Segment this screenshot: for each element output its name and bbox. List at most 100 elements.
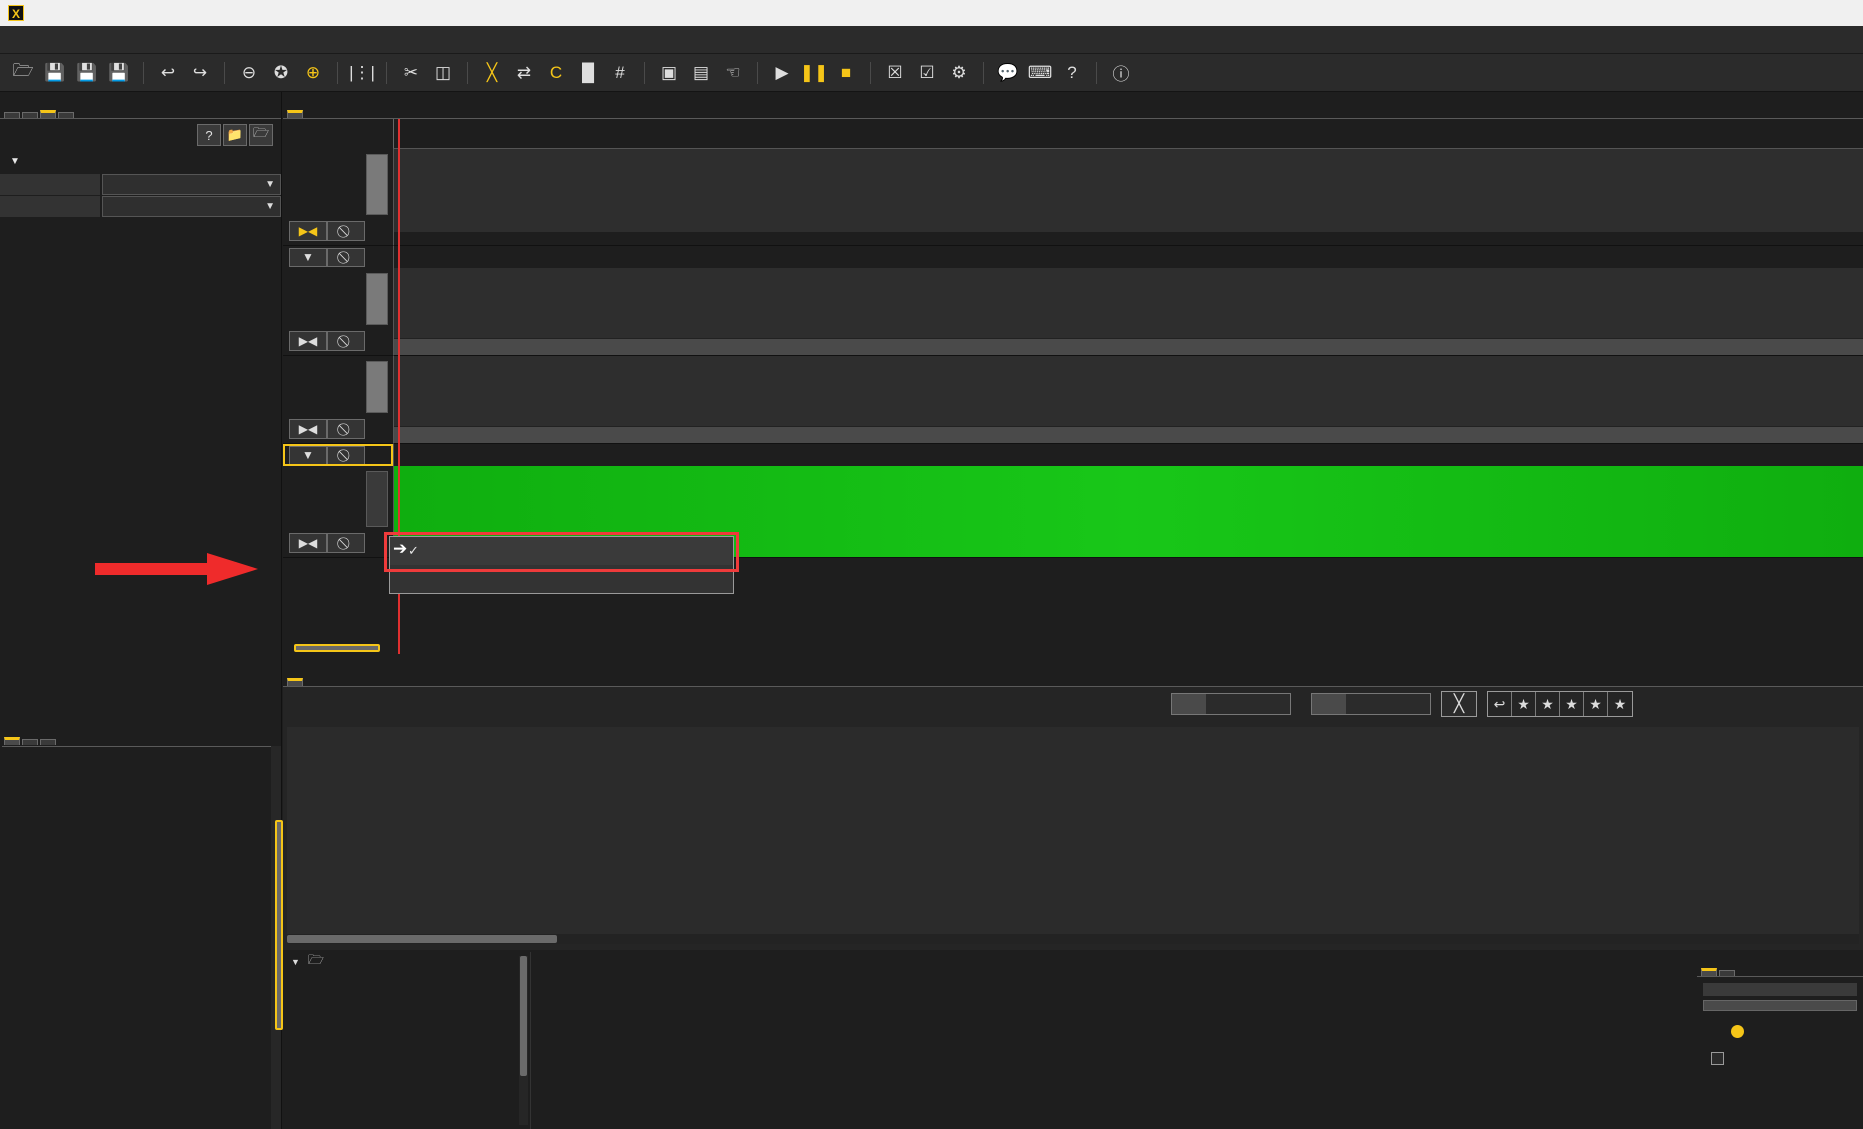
scrollbar-thumb[interactable] <box>275 820 283 1030</box>
play-icon[interactable]: ▶ <box>767 58 797 88</box>
scrollbar-thumb[interactable] <box>294 644 380 652</box>
tab-timeline[interactable] <box>287 110 303 118</box>
star-2-icon[interactable]: ★ <box>1536 692 1560 716</box>
scrollbar-thumb[interactable] <box>287 935 557 943</box>
menu-item-bearbeiten[interactable] <box>36 36 64 44</box>
move-icon[interactable]: ⇄ <box>509 58 539 88</box>
track-header-audio[interactable]: ▶◀ ⃠ <box>283 268 393 356</box>
track-height-slider[interactable] <box>366 273 388 325</box>
ruler-icon[interactable]: █ <box>573 58 603 88</box>
locator-checkbox[interactable] <box>1711 1052 1724 1065</box>
stop-icon[interactable]: ■ <box>831 58 861 88</box>
menu-item-extras[interactable] <box>204 36 232 44</box>
crossfade-icon[interactable]: ╳ <box>1441 691 1477 717</box>
split-icon[interactable]: ◫ <box>428 58 458 88</box>
settings-icon[interactable]: ⚙ <box>944 58 974 88</box>
track-mute-icon[interactable]: ⃠ <box>327 533 365 553</box>
image-icon[interactable]: ▣ <box>654 58 684 88</box>
menu-item-timeline[interactable] <box>92 36 120 44</box>
help-icon[interactable]: ? <box>197 124 221 146</box>
track-header-marker[interactable]: ▶◀ ⃠ <box>283 149 393 246</box>
info-icon[interactable]: ⓘ <box>1106 58 1136 88</box>
track-header-bilder[interactable]: ▶◀ ⃠ <box>283 466 393 558</box>
chevron-down-icon[interactable]: ▼ <box>289 247 327 267</box>
marker-snap-icon[interactable]: ▶◀ <box>289 221 327 241</box>
star-1-icon[interactable]: ★ <box>1512 692 1536 716</box>
protocol-scrollbar[interactable] <box>271 746 283 1129</box>
track-height-slider[interactable] <box>366 471 388 527</box>
track-mute-icon[interactable]: ⃠ <box>327 331 365 351</box>
marker-snap-icon[interactable]: ▶◀ <box>289 331 327 351</box>
tab-screen-tools[interactable] <box>40 739 56 745</box>
checklist-icon[interactable]: ☑ <box>912 58 942 88</box>
timeline-ruler[interactable] <box>393 119 1863 149</box>
comment-icon[interactable]: 💬 <box>993 58 1023 88</box>
track-height-slider[interactable] <box>366 361 388 413</box>
scrollbar-thumb[interactable] <box>520 956 527 1076</box>
help-icon[interactable]: ? <box>1057 58 1087 88</box>
grid-icon[interactable]: # <box>605 58 635 88</box>
audio-track-body[interactable] <box>393 268 1863 356</box>
menu-item-ansicht[interactable] <box>176 36 204 44</box>
preview-slider[interactable] <box>1703 1000 1857 1011</box>
star-3-icon[interactable]: ★ <box>1560 692 1584 716</box>
menu-item-pool[interactable] <box>64 36 92 44</box>
protocol-list[interactable] <box>2 746 271 1129</box>
tab-eigenschaften[interactable] <box>40 110 56 118</box>
tab-audiopegel[interactable] <box>22 739 38 745</box>
pool-tree-scrollbar[interactable] <box>519 956 528 1125</box>
pause-icon[interactable]: ❚❚ <box>799 58 829 88</box>
hand-icon[interactable]: ☜ <box>718 58 748 88</box>
save-icon[interactable]: 💾 <box>40 58 70 88</box>
open-folder-icon[interactable]: 🗁 <box>8 58 38 88</box>
save-as-icon[interactable]: 💾 <box>72 58 102 88</box>
close-x-icon[interactable]: ☒ <box>880 58 910 88</box>
marker-snap-icon[interactable]: ▶◀ <box>289 533 327 553</box>
track-height-slider[interactable] <box>366 154 388 215</box>
undo-icon[interactable]: ↩ <box>153 58 183 88</box>
range-icon[interactable]: |⋮| <box>347 58 377 88</box>
slide-icon[interactable]: ▤ <box>686 58 716 88</box>
zoom-fit-icon[interactable]: ✪ <box>266 58 296 88</box>
timeline-horizontal-scrollbar[interactable] <box>283 642 1863 654</box>
marker-track-body[interactable] <box>393 149 1863 246</box>
save-plus-icon[interactable]: 💾 <box>104 58 134 88</box>
zoom-knob[interactable] <box>1731 1025 1744 1038</box>
zoom-in-icon[interactable]: ⊕ <box>298 58 328 88</box>
menu-item-hilfe[interactable] <box>232 36 260 44</box>
transition-field[interactable] <box>1311 693 1431 715</box>
locator-center-row[interactable] <box>1703 1052 1857 1065</box>
crossfade-icon[interactable]: ╳ <box>477 58 507 88</box>
chevron-down-icon[interactable]: ▼ <box>289 445 327 465</box>
property-value-dropdown[interactable]: ▼ <box>102 196 281 217</box>
zoom-out-icon[interactable]: ⊖ <box>234 58 264 88</box>
pool-tree-root[interactable]: ▼ 🗁 <box>283 952 530 972</box>
undo-rating-icon[interactable]: ↩ <box>1488 692 1512 716</box>
new-folder-icon[interactable]: 📁 <box>223 124 247 146</box>
group-header-audio[interactable]: ▼ ⃠ <box>283 246 393 268</box>
menu-item-screen[interactable] <box>120 36 148 44</box>
image-duration-field[interactable] <box>1171 693 1291 715</box>
tab-storyboard[interactable] <box>287 678 303 686</box>
redo-icon[interactable]: ↪ <box>185 58 215 88</box>
property-value-dropdown[interactable]: ▼ <box>102 174 281 195</box>
star-5-icon[interactable]: ★ <box>1608 692 1632 716</box>
menu-item-datei[interactable] <box>8 36 36 44</box>
marker-snap-icon[interactable]: ▶◀ <box>289 419 327 439</box>
tab-vorschau[interactable] <box>1701 968 1717 976</box>
beatclick-track-body[interactable] <box>393 356 1863 444</box>
storyboard-slide-strip[interactable] <box>287 727 1859 942</box>
group-mute-icon[interactable]: ⃠ <box>327 445 365 465</box>
group-header-bilder[interactable]: ▼ ⃠ <box>283 444 393 466</box>
group-mute-icon[interactable]: ⃠ <box>327 247 365 267</box>
menu-item-export[interactable] <box>148 36 176 44</box>
cut-icon[interactable]: ✂ <box>396 58 426 88</box>
pool-tree[interactable]: ▼ 🗁 <box>283 952 531 1129</box>
track-mute-icon[interactable]: ⃠ <box>327 221 365 241</box>
track-mute-icon[interactable]: ⃠ <box>327 419 365 439</box>
keyboard-icon[interactable]: ⌨ <box>1025 58 1055 88</box>
tab-protokoll[interactable] <box>4 737 20 745</box>
properties-group-header[interactable]: ▼ <box>0 150 281 173</box>
storyboard-horizontal-scrollbar[interactable] <box>287 934 1859 944</box>
open-folder-icon[interactable]: 🗁 <box>249 124 273 146</box>
